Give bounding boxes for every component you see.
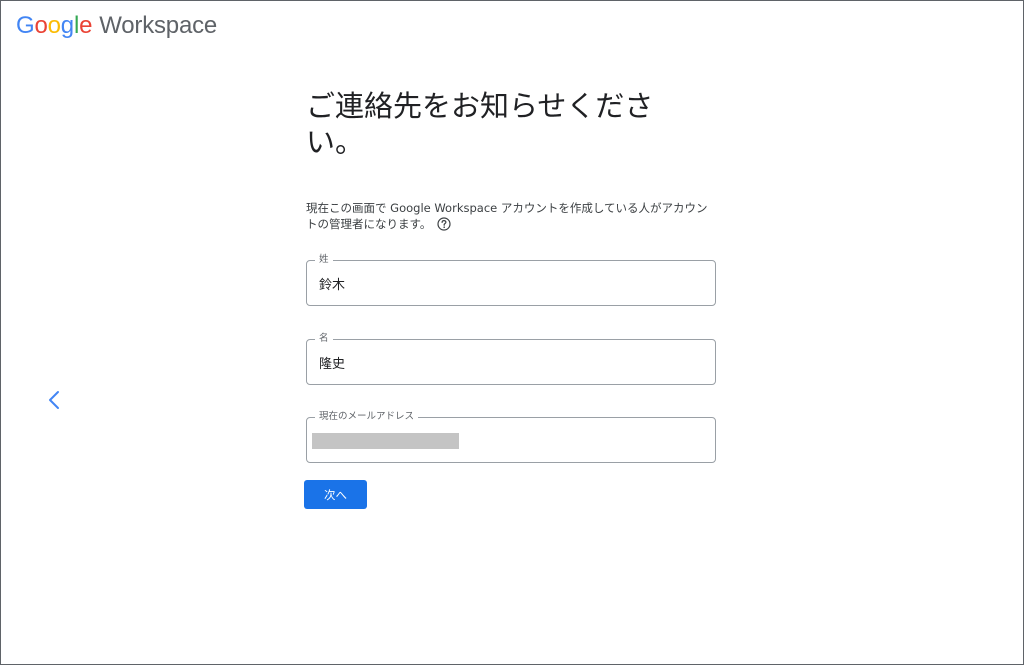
back-button[interactable]	[40, 386, 68, 414]
next-button[interactable]: 次へ	[304, 480, 367, 509]
last-name-label: 姓	[315, 254, 333, 266]
logo-letter: G	[16, 12, 35, 39]
current-email-field: 現在のメールアドレス	[306, 411, 716, 463]
page-title: ご連絡先をお知らせください。	[306, 89, 654, 159]
last-name-field: 姓	[306, 254, 716, 306]
logo-letter: o	[47, 12, 61, 39]
first-name-input[interactable]	[319, 352, 699, 372]
contact-form: ご連絡先をお知らせください。 現在この画面で Google Workspace …	[304, 88, 716, 509]
logo-product-name: Workspace	[99, 12, 218, 39]
description-text: 現在この画面で Google Workspace アカウントを作成している人がア…	[306, 201, 708, 231]
admin-description: 現在この画面で Google Workspace アカウントを作成している人がア…	[306, 200, 716, 232]
help-circle-icon[interactable]	[437, 217, 451, 231]
logo-letter: g	[60, 12, 74, 39]
first-name-label: 名	[315, 333, 333, 345]
current-email-label: 現在のメールアドレス	[315, 411, 419, 423]
chevron-left-icon	[49, 391, 59, 409]
logo-letter: o	[34, 12, 48, 39]
google-workspace-logo: Go o g l e Workspace	[16, 10, 217, 42]
first-name-field: 名	[306, 333, 716, 385]
last-name-input[interactable]	[319, 273, 699, 293]
redacted-email-value	[312, 433, 459, 449]
logo-letter: e	[79, 12, 93, 39]
